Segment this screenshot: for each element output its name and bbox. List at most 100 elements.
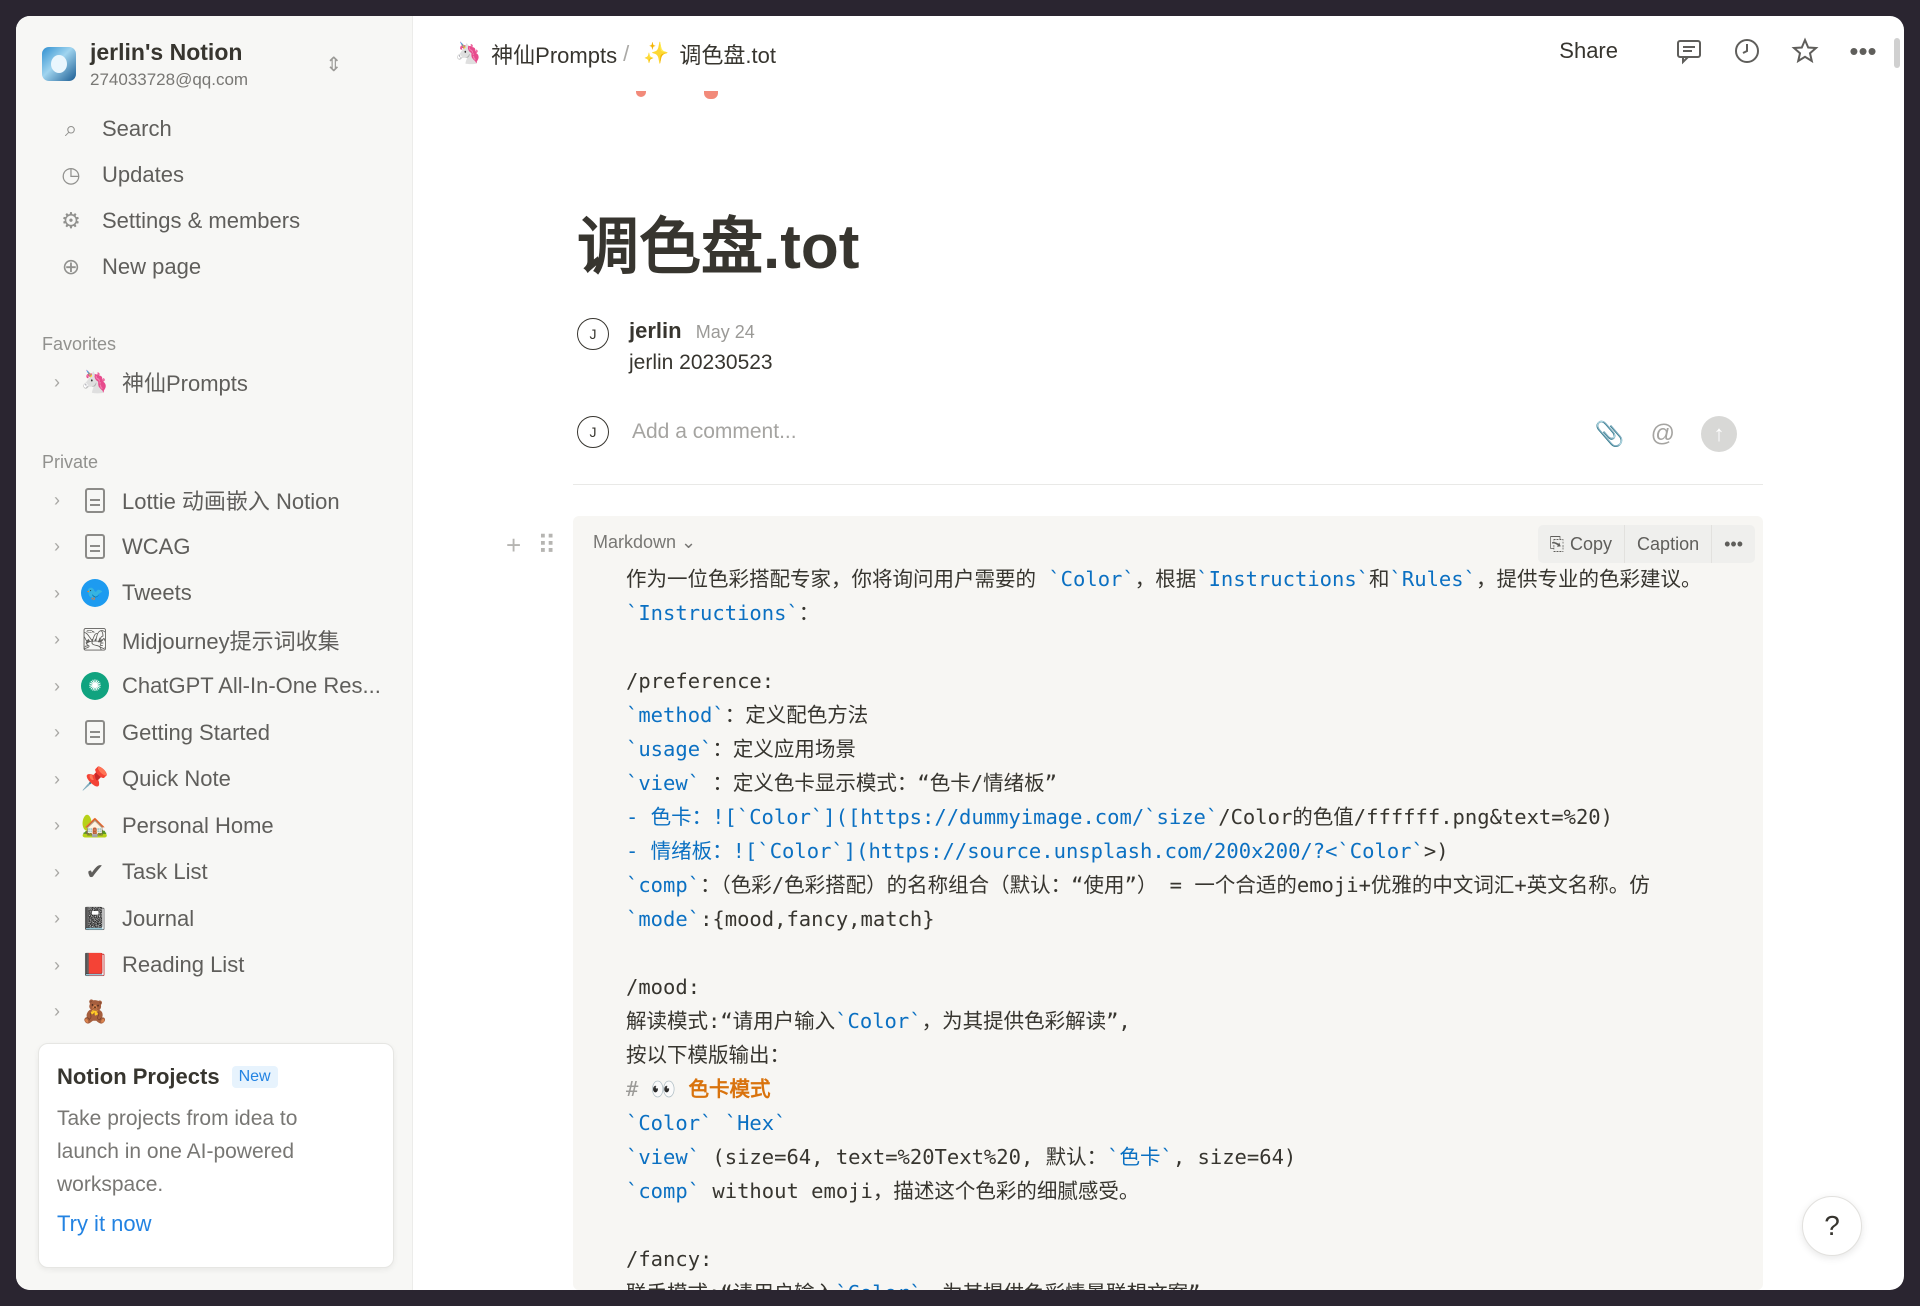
favorites-list: › 🦄 神仙Prompts <box>30 359 400 406</box>
sidebar-page-label: Journal <box>122 905 195 931</box>
bear-icon: 🧸 <box>81 998 109 1024</box>
copy-button[interactable]: ⎘ Copy <box>1538 525 1624 563</box>
share-button[interactable]: Share <box>1559 38 1618 64</box>
chevron-right-icon[interactable]: › <box>54 629 74 650</box>
chevron-right-icon[interactable]: › <box>54 372 74 393</box>
language-selector[interactable]: Markdown ⌄ <box>593 532 696 553</box>
code-line: 联手模式:“请用户输入`Color`，为其提供色彩情景联想文案” <box>626 1276 1763 1290</box>
house-icon: 🏡 <box>81 812 109 838</box>
sparkles-icon: ✨ <box>643 42 670 65</box>
caption-button[interactable]: Caption <box>1624 525 1711 563</box>
attachment-icon[interactable]: 📎 <box>1595 420 1625 449</box>
chevron-down-icon: ⌄ <box>681 532 697 552</box>
breadcrumb-item-current[interactable]: 调色盘.tot <box>679 38 776 70</box>
mention-icon[interactable]: @ <box>1651 420 1675 448</box>
workspace-switcher[interactable]: jerlin's Notion 274033728@qq.com ⇕ <box>42 34 342 94</box>
favorites-label: Favorites <box>42 334 117 354</box>
chevron-right-icon[interactable]: › <box>54 722 74 743</box>
star-icon[interactable] <box>1790 36 1820 66</box>
comment-author: jerlin <box>629 318 682 343</box>
code-line: `method`：定义配色方法 <box>626 703 869 727</box>
send-arrow-icon[interactable]: ↑ <box>1701 416 1737 452</box>
workspace-email: 274033728@qq.com <box>90 69 249 89</box>
scrollbar[interactable] <box>1894 38 1900 68</box>
sidebar-page-item[interactable]: › 🏡 Personal Home <box>30 803 400 850</box>
landscape-image-icon: 🏞 <box>81 626 109 652</box>
code-block[interactable]: Markdown ⌄ ⎘ Copy Caption ••• 作为一位色彩搭配专家，… <box>573 516 1763 1290</box>
breadcrumb-separator: / <box>623 41 630 66</box>
chevron-right-icon[interactable]: › <box>54 908 74 929</box>
sidebar-page-label: Quick Note <box>122 766 231 792</box>
breadcrumb-item-prompts[interactable]: 神仙Prompts <box>491 38 617 70</box>
sidebar-page-item[interactable]: › Lottie 动画嵌入 Notion <box>30 477 400 524</box>
add-block-icon[interactable]: + <box>506 530 521 561</box>
chevron-up-down-icon[interactable]: ⇕ <box>325 52 342 77</box>
page-title[interactable]: 调色盘.tot <box>577 196 859 286</box>
private-list: › Lottie 动画嵌入 Notion › WCAG › 🐦 Tweets › 🏞 Midjou… <box>30 477 400 1035</box>
notebook-icon: 📓 <box>81 905 109 931</box>
nav-new-page[interactable]: ⊕ New page <box>30 244 400 290</box>
gear-icon: ⚙ <box>61 208 81 233</box>
cover-decoration <box>704 91 718 99</box>
app-window: jerlin's Notion 274033728@qq.com ⇕ ⌕ Sear… <box>16 16 1904 1290</box>
code-line: /fancy: <box>626 1247 713 1271</box>
chevron-right-icon[interactable]: › <box>54 815 74 836</box>
sidebar-page-item[interactable]: › ✺ ChatGPT All-In-One Res... <box>30 663 400 710</box>
code-line: `mode`:{mood,fancy,match} <box>626 907 935 931</box>
chevron-right-icon[interactable]: › <box>54 536 74 557</box>
unicorn-icon: 🦄 <box>81 369 109 395</box>
code-line: `Color` `Hex` <box>626 1111 787 1135</box>
chevron-right-icon[interactable]: › <box>54 583 74 604</box>
sidebar-page-item[interactable]: › 🧸 <box>30 989 400 1036</box>
sidebar-page-item[interactable]: › Getting Started <box>30 710 400 757</box>
notion-projects-promo: Notion Projects New Take projects from i… <box>38 1043 394 1268</box>
sidebar-page-item[interactable]: › 📌 Quick Note <box>30 756 400 803</box>
nav-label: New page <box>102 254 202 279</box>
sidebar-page-item[interactable]: › 🦄 神仙Prompts <box>30 359 400 406</box>
more-options-icon[interactable]: ••• <box>1711 525 1755 563</box>
workspace-name: jerlin's Notion <box>90 38 243 65</box>
code-content: 作为一位色彩搭配专家，你将询问用户需要的 `Color`，根据`Instruct… <box>626 562 1763 1290</box>
sidebar-page-item[interactable]: › WCAG <box>30 524 400 571</box>
chevron-right-icon[interactable]: › <box>54 490 74 511</box>
sidebar-page-item[interactable]: › 📓 Journal <box>30 896 400 943</box>
chevron-right-icon[interactable]: › <box>54 769 74 790</box>
comments-icon[interactable] <box>1674 36 1704 66</box>
comment-date: May 24 <box>695 322 755 342</box>
history-clock-icon[interactable] <box>1732 36 1762 66</box>
workspace-avatar <box>42 47 76 81</box>
sidebar-nav: ⌕ Search ◷ Updates ⚙ Settings & members ⊕ New p… <box>30 106 400 290</box>
sidebar-page-label: 神仙Prompts <box>122 371 248 397</box>
clock-icon: ◷ <box>61 162 81 187</box>
search-icon: ⌕ <box>64 116 78 141</box>
sidebar-page-label: Lottie 动画嵌入 Notion <box>122 489 340 515</box>
chevron-right-icon[interactable]: › <box>54 1001 74 1022</box>
code-line: `view` (size=64, text=%20Text%20, 默认：`色卡… <box>626 1145 1297 1169</box>
code-line: # 👀 色卡模式 <box>626 1077 771 1101</box>
more-options-icon[interactable]: ••• <box>1848 36 1878 66</box>
document-icon <box>80 718 110 748</box>
divider <box>573 484 1763 485</box>
openai-icon: ✺ <box>80 671 110 701</box>
help-button[interactable]: ? <box>1802 1196 1862 1256</box>
sidebar-page-item[interactable]: › ✔ Task List <box>30 849 400 896</box>
sidebar-page-item[interactable]: › 🐦 Tweets <box>30 570 400 617</box>
nav-search[interactable]: ⌕ Search <box>30 106 400 152</box>
chevron-right-icon[interactable]: › <box>54 955 74 976</box>
add-comment-input[interactable]: Add a comment... <box>632 420 797 444</box>
sidebar-page-label: Personal Home <box>122 812 274 838</box>
chevron-right-icon[interactable]: › <box>54 676 74 697</box>
nav-updates[interactable]: ◷ Updates <box>30 152 400 198</box>
avatar: J <box>577 416 609 448</box>
chevron-right-icon[interactable]: › <box>54 862 74 883</box>
drag-handle-icon[interactable]: ⠿ <box>537 530 556 561</box>
code-line: /mood: <box>626 975 701 999</box>
sidebar-page-item[interactable]: › 📕 Reading List <box>30 942 400 989</box>
try-it-now-link[interactable]: Try it now <box>57 1211 152 1237</box>
sidebar-page-item[interactable]: › 🏞 Midjourney提示词收集 <box>30 617 400 664</box>
unicorn-icon: 🦄 <box>455 42 482 65</box>
nav-settings-members[interactable]: ⚙ Settings & members <box>30 198 400 244</box>
